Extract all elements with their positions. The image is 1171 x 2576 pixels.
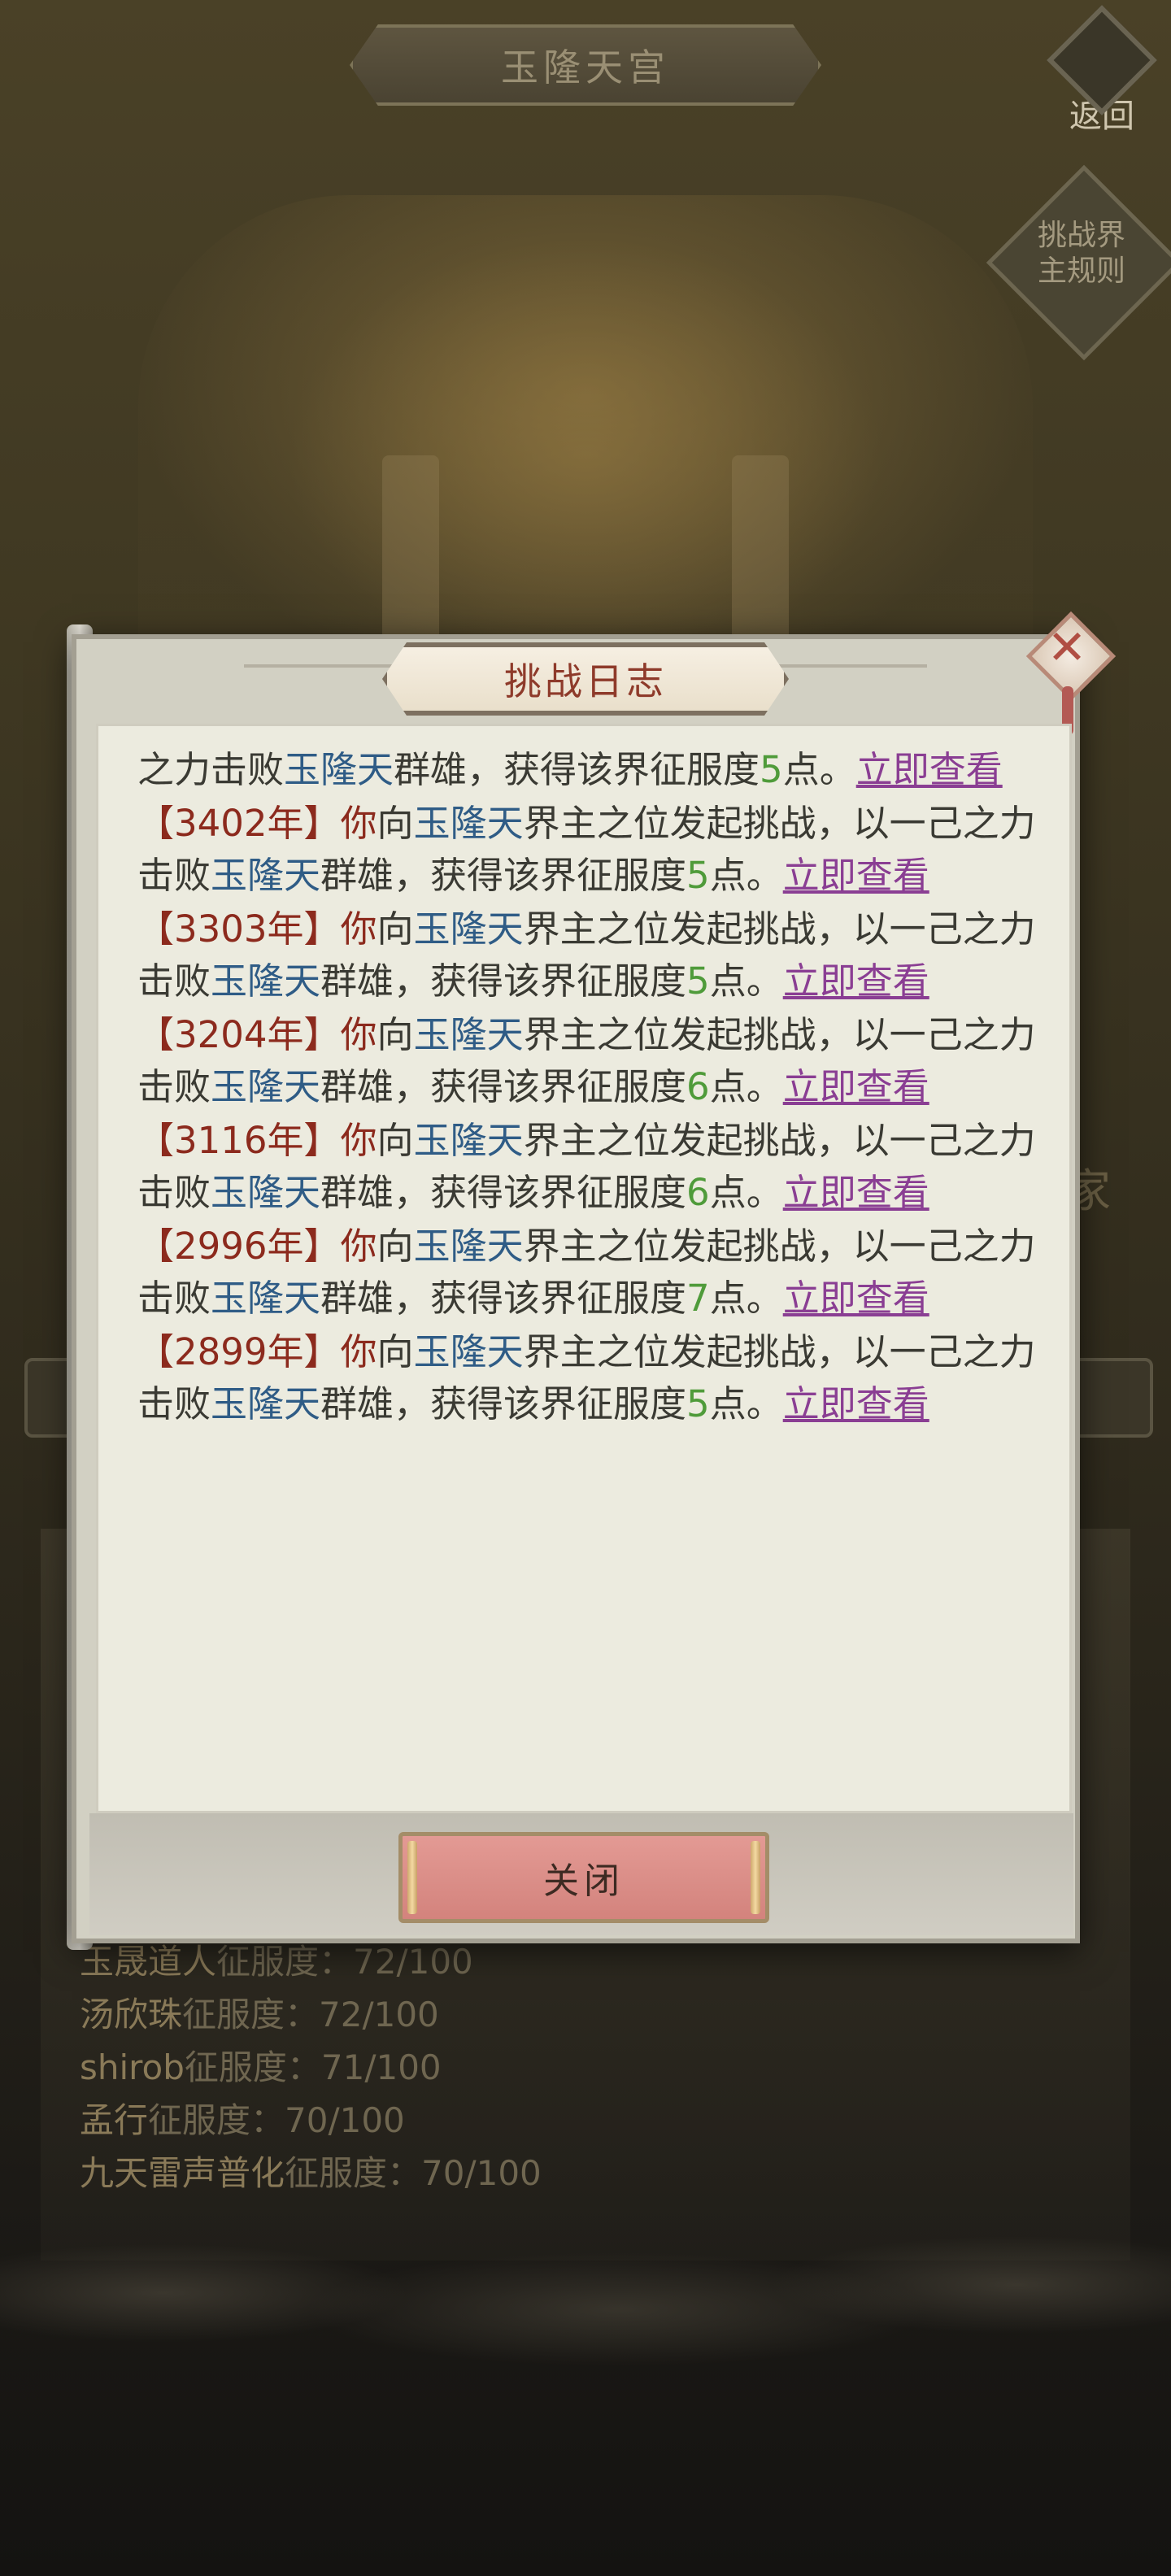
- dialog-title: 挑战日志: [382, 642, 789, 716]
- rules-label[interactable]: 挑战界 主规则: [1021, 218, 1142, 289]
- list-item: shirob征服度：71/100: [80, 2047, 442, 2087]
- back-button[interactable]: 返回: [1047, 5, 1157, 135]
- log-entry: 【3402年】你向玉隆天界主之位发起挑战，以一己之力击败玉隆天群雄，获得该界征服…: [137, 802, 1036, 897]
- close-glyph: ✕: [1047, 620, 1087, 675]
- log-entry: 【2996年】你向玉隆天界主之位发起挑战，以一己之力击败玉隆天群雄，获得该界征服…: [137, 1225, 1036, 1320]
- palace-illustration: [138, 195, 1033, 699]
- close-x-button[interactable]: ✕: [1025, 611, 1117, 735]
- log-entry: 【3303年】你向玉隆天界主之位发起挑战，以一己之力击败玉隆天群雄，获得该界征服…: [137, 907, 1036, 1003]
- palace-pillar: [382, 455, 439, 651]
- view-link[interactable]: 立即查看: [783, 959, 929, 1003]
- close-button[interactable]: 关闭: [398, 1832, 769, 1923]
- view-link[interactable]: 立即查看: [783, 1277, 929, 1320]
- cloud-decoration: [0, 2195, 1171, 2407]
- log-content[interactable]: 之力击败玉隆天群雄，获得该界征服度5点。立即查看 【3402年】你向玉隆天界主之…: [96, 724, 1072, 1813]
- list-item: 孟行征服度：70/100: [80, 2100, 405, 2140]
- view-link[interactable]: 立即查看: [783, 1382, 929, 1425]
- log-entry: 【2899年】你向玉隆天界主之位发起挑战，以一己之力击败玉隆天群雄，获得该界征服…: [137, 1330, 1036, 1425]
- page-title: 玉隆天宫: [350, 24, 821, 106]
- view-link[interactable]: 立即查看: [783, 854, 929, 897]
- conquest-list: 玉晟道人征服度：72/100 汤欣珠征服度：72/100 shirob征服度：7…: [80, 1935, 542, 2200]
- list-item: 九天雷声普化征服度：70/100: [80, 2153, 542, 2193]
- view-link[interactable]: 立即查看: [783, 1171, 929, 1214]
- view-link[interactable]: 立即查看: [783, 1065, 929, 1108]
- log-entry: 【3204年】你向玉隆天界主之位发起挑战，以一己之力击败玉隆天群雄，获得该界征服…: [137, 1013, 1036, 1108]
- palace-pillar: [732, 455, 789, 651]
- log-entry: 【3116年】你向玉隆天界主之位发起挑战，以一己之力击败玉隆天群雄，获得该界征服…: [137, 1119, 1036, 1214]
- log-entry: 之力击败玉隆天群雄，获得该界征服度5点。立即查看: [137, 748, 1003, 791]
- view-link[interactable]: 立即查看: [856, 748, 1003, 791]
- list-item: 汤欣珠征服度：72/100: [80, 1995, 439, 2034]
